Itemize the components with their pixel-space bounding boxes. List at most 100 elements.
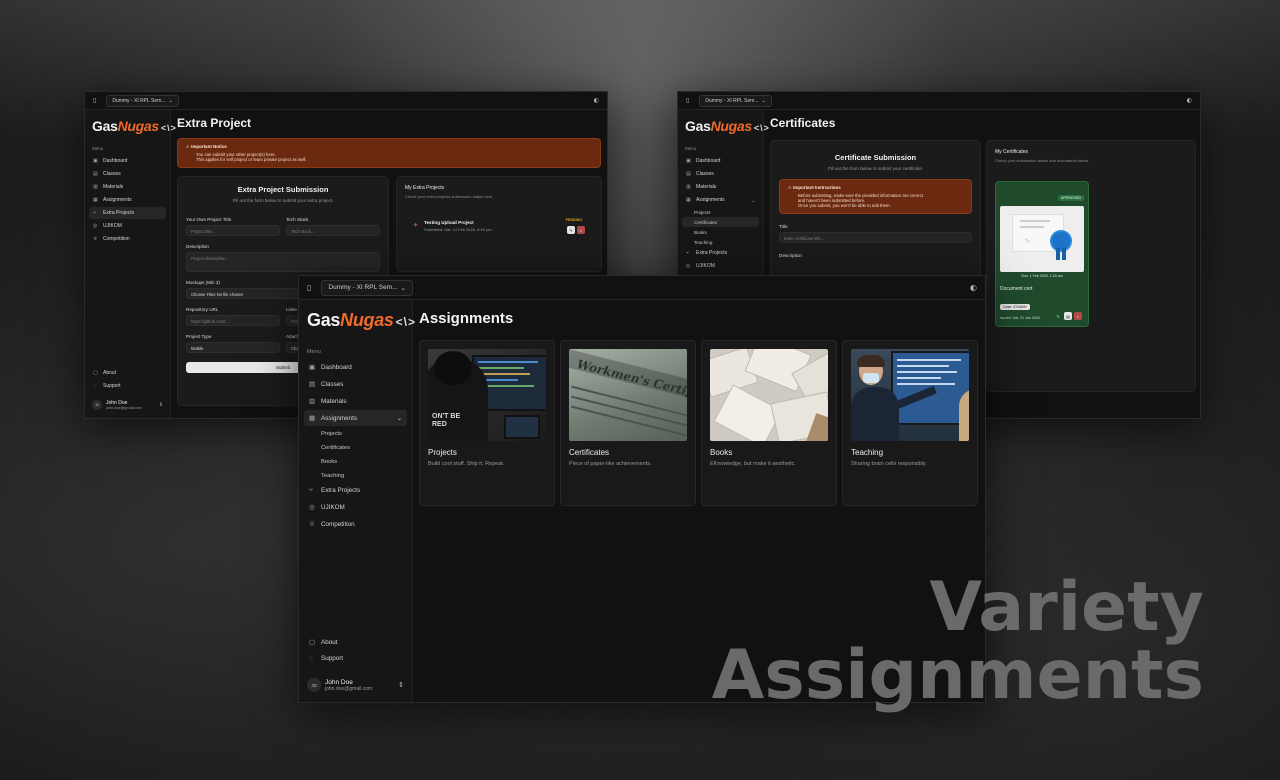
workspace-label: Dummy - XI RPL Sem... (112, 97, 166, 104)
workspace-select[interactable]: Dummy - XI RPL Sem... ⌄ (699, 94, 772, 107)
nav-assignments[interactable]: ▦ Assignments ⌄ (304, 410, 407, 426)
nav-support[interactable]: ◌ Support (304, 651, 407, 666)
chevrons-icon: ⇕ (158, 402, 163, 408)
nav-competition[interactable]: ♕ Competition (89, 233, 166, 245)
document-icon[interactable]: ▤ (1064, 312, 1072, 320)
book-icon: ▥ (686, 184, 691, 190)
theme-toggle-icon[interactable]: ◐ (1187, 97, 1192, 104)
alert-icon: ⚠ (186, 144, 190, 149)
brand-logo: Gas Nugas <\> (307, 310, 416, 330)
workspace-select[interactable]: Dummy - XI RPL Sem... ⌄ (321, 279, 413, 296)
workspace-label: Dummy - XI RPL Sem... (328, 284, 398, 291)
nav-extra-projects[interactable]: ⑂ Extra Projects (304, 483, 407, 498)
nav-materials[interactable]: ▥ Materials (89, 181, 166, 193)
nav-ujikom[interactable]: ◎ UJIKOM (304, 499, 407, 515)
title-label: Title (779, 224, 788, 229)
theme-toggle-icon[interactable]: ◐ (594, 97, 599, 104)
menu-label: Menu (685, 146, 697, 151)
assignment-card-books[interactable]: Books EKnowledge, but make it aesthetic. (701, 340, 837, 506)
rocket-icon: ✈ (413, 223, 419, 229)
title-input[interactable]: Enter certificate title... (779, 232, 972, 243)
nav-ujikom[interactable]: ◎ UJIKOM (89, 220, 166, 232)
nav-materials[interactable]: ▥ Materials (304, 393, 407, 409)
chevron-down-icon: ⌄ (751, 197, 755, 203)
nav-sub-books[interactable]: Books (682, 227, 759, 237)
nav-classes[interactable]: ▤ Classes (89, 168, 166, 180)
nav-sub-teaching[interactable]: Teaching (304, 469, 407, 483)
certificate-card[interactable]: APPROVED ∿ Sun, 1 Feb 2026, 1:20 am Docu… (995, 181, 1089, 327)
nav-sub-certificates[interactable]: Certificates (682, 217, 759, 227)
card-title: Teaching (851, 448, 884, 457)
assignment-card-certificates[interactable]: Workmen's Certificate Certificates Piece… (560, 340, 696, 506)
nav-extra-projects[interactable]: ⑂ Extra Projects (89, 207, 166, 219)
clipboard-icon: ▦ (93, 197, 98, 203)
notice-banner: ⚠ Important Notice You can submit your o… (177, 138, 601, 168)
desc-label: Description (186, 244, 209, 249)
card-description: EKnowledge, but make it aesthetic. (710, 461, 796, 467)
sidebar-toggle-icon[interactable]: ▯ (93, 97, 96, 104)
signature-icon: ∿ (1024, 236, 1031, 245)
chevron-down-icon: ⌄ (761, 97, 766, 104)
nav-about[interactable]: ▢ About (304, 634, 407, 650)
nav-competition[interactable]: ♕ Competition (304, 516, 407, 532)
user-menu[interactable]: JD John Doe john.doe@gmail.com ⇕ (89, 398, 166, 412)
target-icon: ◎ (309, 504, 315, 511)
brand-logo: Gas Nugas <\> (92, 118, 177, 134)
trash-icon[interactable]: ▪ (1074, 312, 1082, 320)
page-title: Assignments (419, 310, 514, 327)
my-extra-projects: My Extra Projects Check your extra proje… (396, 176, 602, 272)
title-input[interactable]: Project title... (186, 225, 280, 236)
nav-sub-projects[interactable]: Projects (304, 427, 407, 441)
nav-ujikom[interactable]: ◎ UJIKOM (682, 260, 759, 272)
project-item[interactable]: ✈ Testing Upload Project Submitted: Sat,… (405, 217, 593, 234)
nav-sub-teaching[interactable]: Teaching (682, 237, 759, 247)
trash-icon[interactable]: ▪ (577, 226, 585, 234)
dashboard-icon: ▣ (93, 158, 98, 164)
nav-assignments[interactable]: ▦ Assignments (89, 194, 166, 206)
assignment-card-teaching[interactable]: Teaching Sharing brain cells responsibly… (842, 340, 978, 506)
nav-classes[interactable]: ▤ Classes (304, 376, 407, 392)
nav-dashboard[interactable]: ▣ Dashboard (89, 155, 166, 167)
type-label: Project Type (186, 334, 212, 339)
type-select[interactable]: Mobile (186, 342, 280, 353)
theme-toggle-icon[interactable]: ◐ (970, 283, 977, 292)
classes-icon: ▤ (686, 171, 691, 177)
nav-extra-projects[interactable]: ⑂ Extra Projects (682, 247, 759, 259)
menu-label: Menu (307, 349, 321, 355)
stack-input[interactable]: Tech stack... (286, 225, 380, 236)
desc-input[interactable]: Project description... (186, 252, 380, 272)
git-icon: ⑂ (93, 210, 97, 216)
nav-classes[interactable]: ▤ Classes (682, 168, 759, 180)
classes-icon: ▤ (309, 381, 316, 388)
headline-line-2: Assignments (711, 636, 1204, 715)
edit-icon[interactable]: ✎ (1054, 312, 1062, 320)
form-title: Extra Project Submission (237, 185, 329, 194)
classes-icon: ▤ (93, 171, 98, 177)
nav-sub-books[interactable]: Books (304, 455, 407, 469)
user-menu[interactable]: JD John Doe john.doe@gmail.com ⇕ (304, 676, 407, 694)
list-title: My Certificates (995, 149, 1029, 155)
card-description: Sharing brain cells responsibly. (851, 461, 927, 467)
assignment-card-projects[interactable]: ON'T BE RED Projects Build cool stuff. S… (419, 340, 555, 506)
nav-about[interactable]: ▢ About (89, 367, 166, 379)
nav-sub-projects[interactable]: Projects (682, 207, 759, 217)
approved-badge: APPROVED (1057, 195, 1084, 201)
nav-dashboard[interactable]: ▣ Dashboard (682, 155, 759, 167)
sidebar-toggle-icon[interactable]: ▯ (686, 97, 689, 104)
target-icon: ◎ (93, 223, 98, 229)
nav-materials[interactable]: ▥ Materials (682, 181, 759, 193)
sidebar: Gas Nugas <\> Menu ▣ Dashboard ▤ Classes ▥ Ma… (85, 110, 177, 418)
nav-dashboard[interactable]: ▣ Dashboard (304, 359, 407, 375)
shirt-text: ON'T BE RED (432, 413, 461, 428)
nav-support[interactable]: ◌ Support (89, 380, 166, 392)
top-bar: ▯ Dummy - XI RPL Sem... ⌄ ◐ (85, 92, 607, 110)
nav-sub-certificates[interactable]: Certificates (304, 441, 407, 455)
desc-label: Description (779, 253, 802, 258)
certificate-name: Document cert (1000, 286, 1033, 292)
nav-assignments[interactable]: ▦ Assignments ⌄ (682, 194, 759, 206)
repo-input[interactable]: https://github.com/... (186, 315, 280, 326)
edit-icon[interactable]: ✎ (567, 226, 575, 234)
sidebar-toggle-icon[interactable]: ▯ (307, 283, 311, 292)
card-description: Piece of paper-like achievements. (569, 461, 652, 467)
workspace-select[interactable]: Dummy - XI RPL Sem... ⌄ (106, 94, 179, 107)
